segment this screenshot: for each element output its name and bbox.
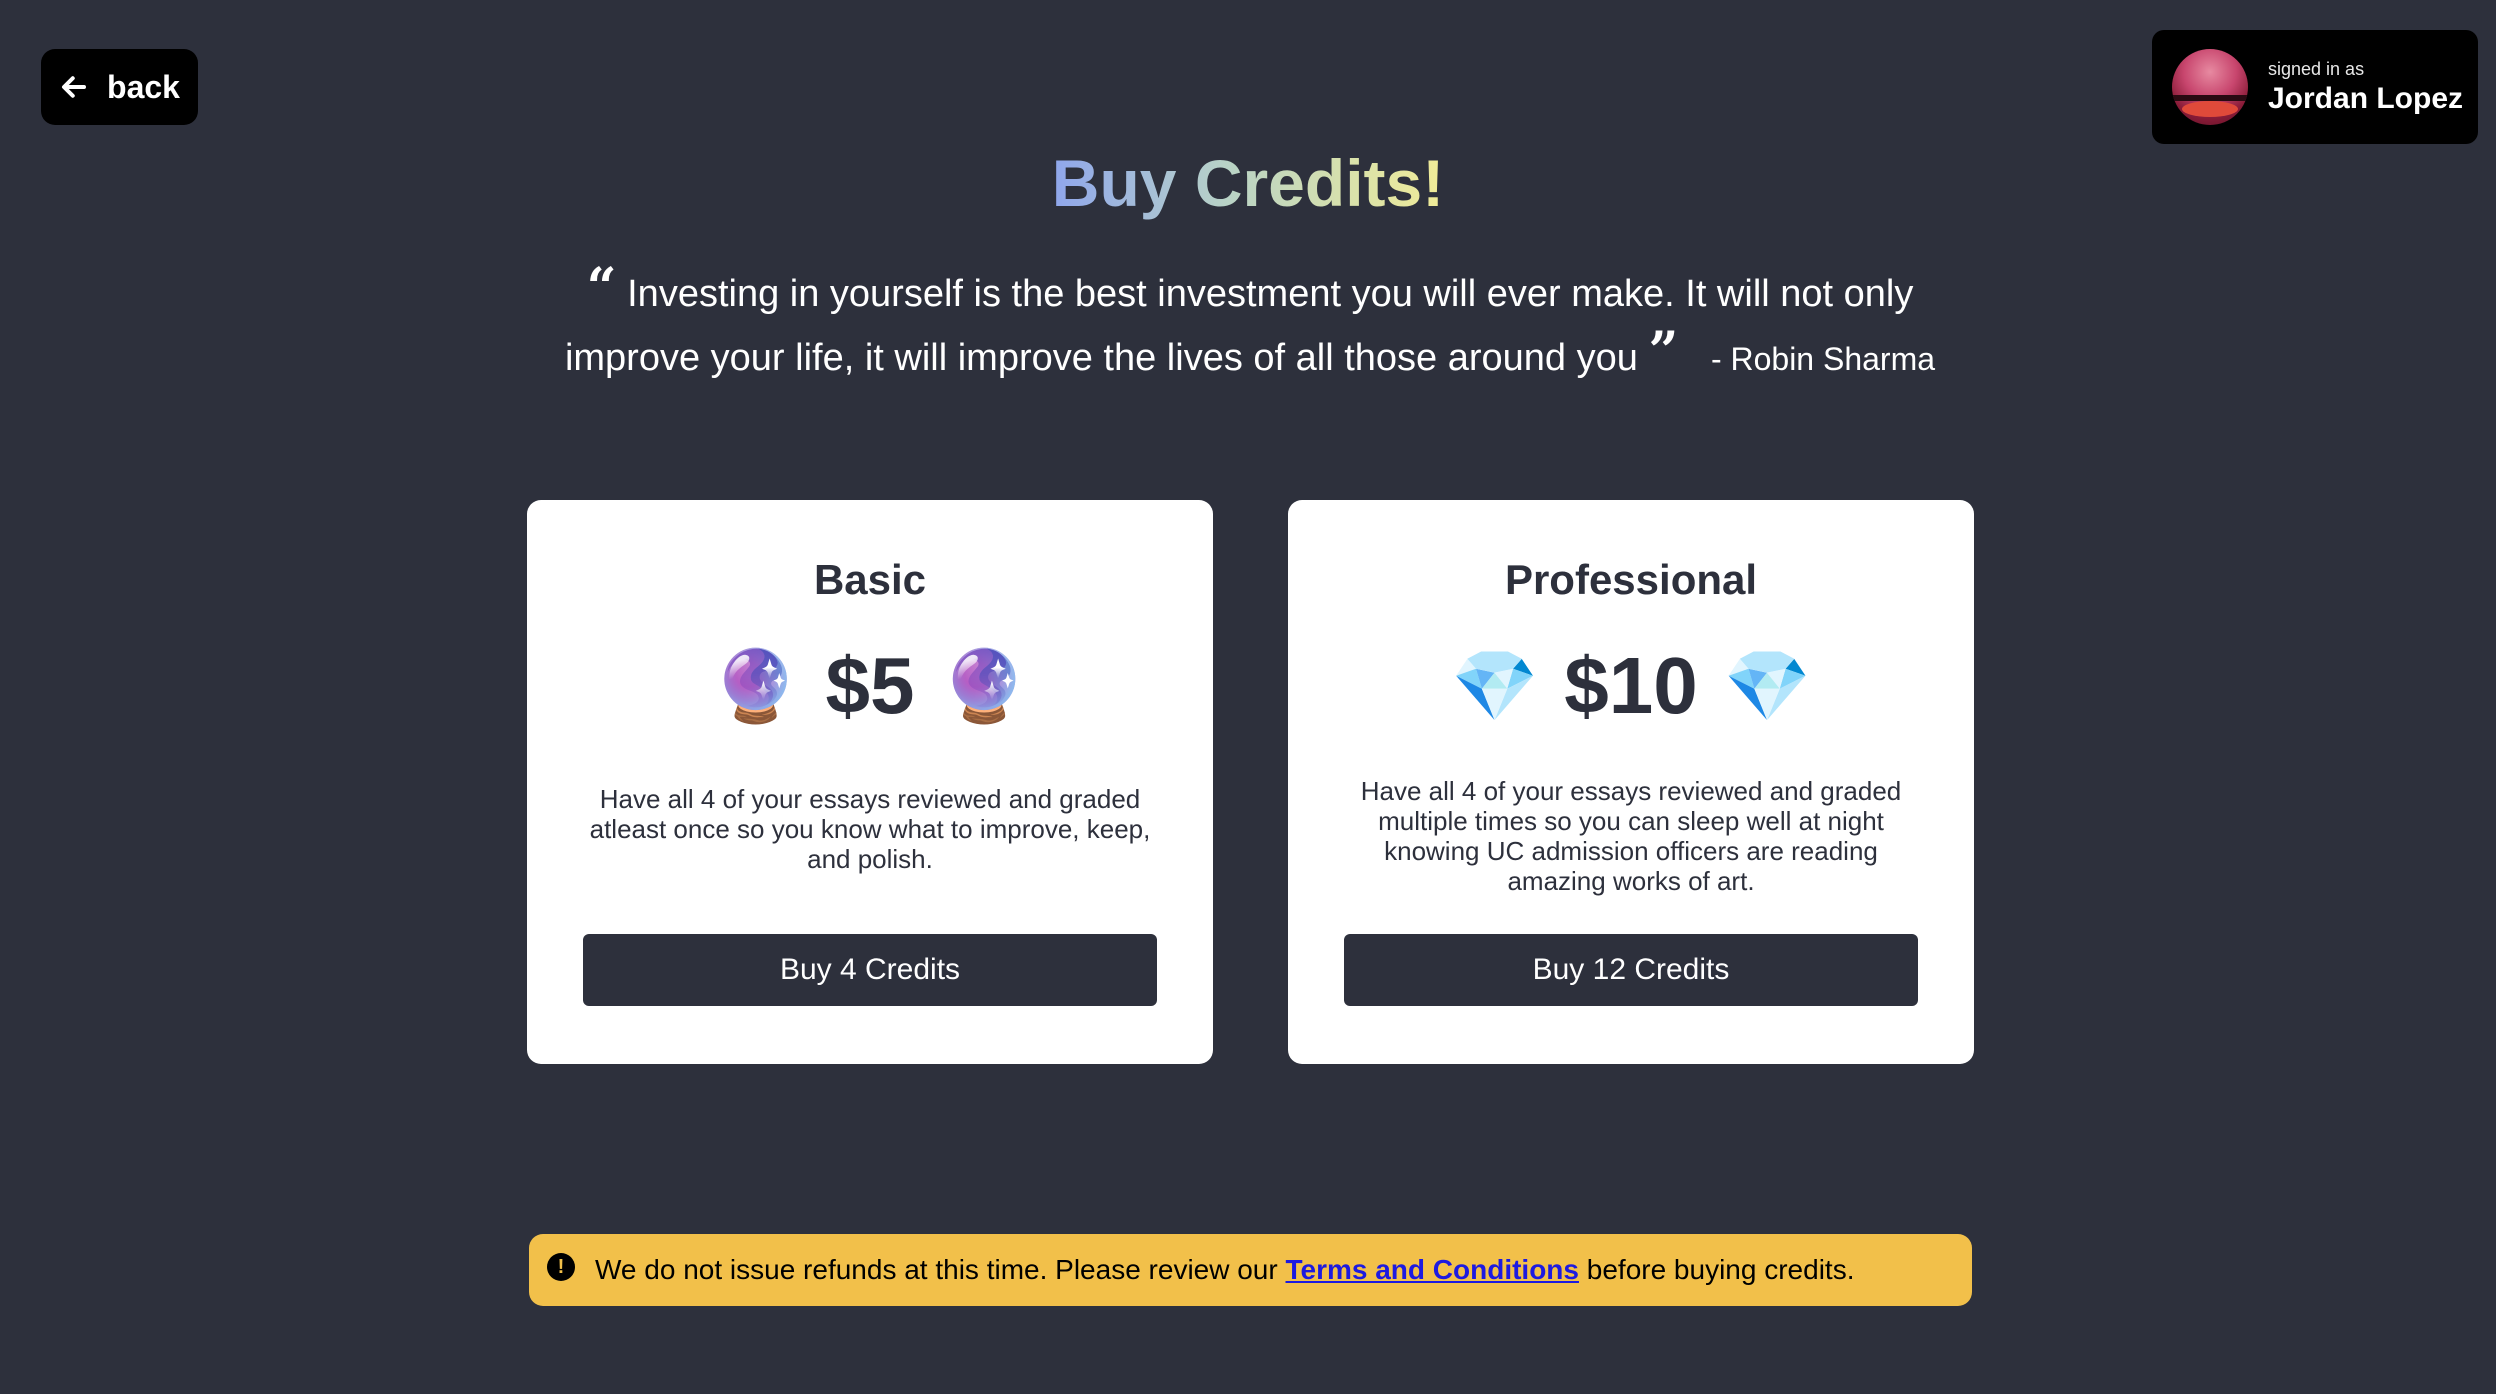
notice-text-after: before buying credits. [1578, 1254, 1855, 1285]
user-text: signed in as Jordan Lopez [2268, 59, 2463, 116]
price-row: 🔮 $5 🔮 [527, 640, 1213, 732]
notice-text-before: We do not issue refunds at this time. Pl… [595, 1254, 1286, 1285]
diamond-icon: 💎 [1451, 647, 1539, 725]
price-row: 💎 $10 💎 [1288, 640, 1974, 732]
plan-description: Have all 4 of your essays reviewed and g… [589, 784, 1151, 874]
crystal-ball-icon: 🔮 [940, 647, 1028, 725]
buy-basic-button[interactable]: Buy 4 Credits [583, 934, 1157, 1006]
close-quote-icon: ” [1648, 321, 1679, 382]
buy-professional-button[interactable]: Buy 12 Credits [1344, 934, 1918, 1006]
user-chip[interactable]: signed in as Jordan Lopez [2152, 30, 2478, 144]
plan-card-professional: Professional 💎 $10 💎 Have all 4 of your … [1288, 500, 1974, 1064]
arrow-left-icon [62, 76, 87, 98]
back-button[interactable]: back [41, 49, 198, 125]
diamond-icon: 💎 [1723, 647, 1811, 725]
terms-link[interactable]: Terms and Conditions [1285, 1254, 1579, 1285]
plan-price: $5 [825, 641, 915, 730]
quote-author: - Robin Sharma [1710, 341, 1936, 377]
plan-title: Basic [813, 556, 927, 603]
quote: “ Investing in yourself is the best inve… [540, 262, 1960, 391]
avatar [2172, 49, 2248, 125]
exclamation-icon: ! [547, 1253, 575, 1281]
crystal-ball-icon: 🔮 [712, 647, 800, 725]
plan-title: Professional [1504, 556, 1758, 603]
signed-in-label: signed in as [2268, 58, 2365, 79]
page-title: Buy Credits! [1051, 146, 1445, 220]
back-label: back [107, 68, 180, 105]
plan-description: Have all 4 of your essays reviewed and g… [1360, 776, 1902, 896]
refund-notice: ! We do not issue refunds at this time. … [529, 1234, 1972, 1306]
user-name: Jordan Lopez [2268, 81, 2464, 115]
open-quote-icon: “ [586, 257, 617, 318]
plan-card-basic: Basic 🔮 $5 🔮 Have all 4 of your essays r… [527, 500, 1213, 1064]
plan-price: $10 [1564, 641, 1698, 730]
notice-text: We do not issue refunds at this time. Pl… [595, 1254, 1854, 1286]
